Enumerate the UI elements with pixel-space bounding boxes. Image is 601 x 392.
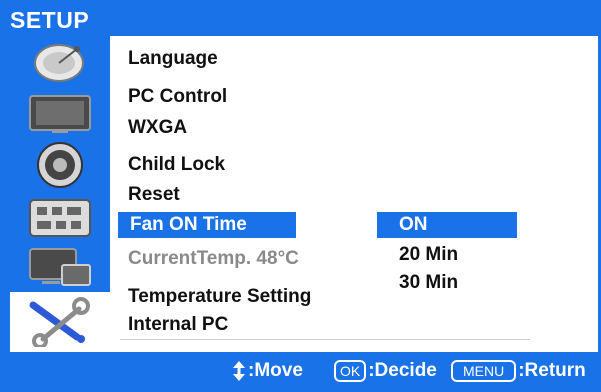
- move-hint: :Move: [232, 360, 303, 382]
- page-title: SETUP: [10, 7, 90, 33]
- connector-panel-icon: [29, 199, 91, 237]
- fan-option-20-min[interactable]: 20 Min: [377, 242, 517, 268]
- sidebar-item-input[interactable]: [10, 193, 110, 243]
- menu-item-fan-on-time[interactable]: Fan ON Time: [118, 212, 296, 238]
- menu-item-language[interactable]: Language: [128, 48, 218, 70]
- sidebar-item-multi-screen[interactable]: [10, 244, 110, 294]
- title-bar: SETUP: [0, 0, 601, 36]
- sidebar-item-channel[interactable]: [10, 38, 110, 88]
- decide-label: :Decide: [368, 360, 437, 381]
- multi-screen-icon: [29, 248, 91, 286]
- fan-option-on[interactable]: ON: [377, 212, 517, 238]
- up-down-arrow-icon: [233, 361, 245, 381]
- sidebar-item-picture[interactable]: [10, 89, 110, 139]
- divider: [120, 339, 530, 340]
- sidebar-item-setup[interactable]: [10, 292, 110, 352]
- return-label: :Return: [518, 360, 586, 381]
- sidebar: [10, 36, 110, 352]
- decide-hint: OK :Decide: [334, 360, 437, 382]
- fan-option-30-min[interactable]: 30 Min: [377, 270, 517, 296]
- tools-icon: [29, 297, 90, 347]
- monitor-icon: [29, 95, 91, 133]
- speaker-icon: [37, 142, 83, 188]
- menu-item-child-lock[interactable]: Child Lock: [128, 154, 225, 176]
- move-label: :Move: [248, 360, 303, 381]
- satellite-dish-icon: [34, 44, 84, 82]
- menu-item-wxga[interactable]: WXGA: [128, 117, 187, 139]
- menu-item-pc-control[interactable]: PC Control: [128, 86, 227, 108]
- sidebar-item-sound[interactable]: [10, 140, 110, 190]
- menu-item-reset[interactable]: Reset: [128, 184, 180, 206]
- footer-hints: :Move OK :Decide MENU :Return: [0, 352, 601, 392]
- menu-panel: Language PC Control WXGA Child Lock Rese…: [110, 36, 598, 352]
- menu-item-temperature-setting[interactable]: Temperature Setting: [128, 286, 311, 308]
- current-temperature-readout: CurrentTemp. 48°C: [128, 248, 299, 269]
- ok-key-icon: OK: [334, 360, 367, 382]
- return-hint: MENU :Return: [451, 360, 586, 382]
- menu-key-icon: MENU: [451, 360, 517, 382]
- menu-item-internal-pc[interactable]: Internal PC: [128, 314, 228, 336]
